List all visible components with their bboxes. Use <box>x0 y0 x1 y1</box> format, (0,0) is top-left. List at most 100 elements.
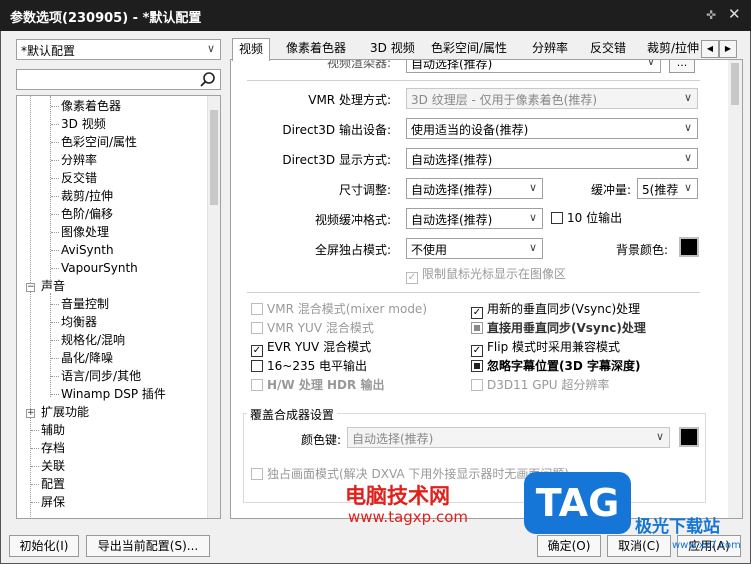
chevron-down-icon: ∨ <box>646 59 655 68</box>
limit-cursor-checkbox[interactable]: ✓ 限制鼠标光标显示在图像区 <box>406 267 567 284</box>
tag-logo: TAG <box>524 472 631 534</box>
fullscreen-value: 不使用 <box>411 243 448 257</box>
ten-bit-checkbox[interactable]: 10 位输出 <box>551 211 622 227</box>
d3d-device-select[interactable]: 使用适当的设备(推荐) ∨ <box>406 118 698 139</box>
tree-item-colorspace[interactable]: 色彩空间/属性 <box>61 133 137 151</box>
chevron-down-icon: ∨ <box>528 241 537 254</box>
tree-item-avisynth[interactable]: AviSynth <box>61 241 114 259</box>
chevron-down-icon: ∨ <box>528 181 537 194</box>
renderer-label: 视频渲染器: <box>326 59 391 70</box>
init-button[interactable]: 初始化(I) <box>9 535 79 557</box>
tab-resolution[interactable]: 分辨率 <box>526 38 574 60</box>
limit-cursor-label: 限制鼠标光标显示在图像区 <box>422 267 567 281</box>
tree-item-winamp-dsp[interactable]: Winamp DSP 插件 <box>61 385 166 403</box>
scrollbar-thumb[interactable] <box>731 63 739 105</box>
tree-item-normalize[interactable]: 规格化/混响 <box>61 331 125 349</box>
tree-item-equalizer[interactable]: 均衡器 <box>61 313 97 331</box>
direct-vsync-checkbox[interactable]: 直接用垂直同步(Vsync)处理 <box>471 321 646 337</box>
collapse-icon[interactable]: − <box>26 283 35 292</box>
tab-deinterlace[interactable]: 反交错 <box>584 38 632 60</box>
tab-scroll: ◀ ▶ <box>701 40 737 58</box>
ignore-subtitle-pos-checkbox[interactable]: 忽略字幕位置(3D 字幕深度) <box>471 359 640 375</box>
tree-scrollbar[interactable] <box>207 96 220 518</box>
buffer-format-value: 自动选择(推荐) <box>411 213 493 227</box>
export-config-button[interactable]: 导出当前配置(S)... <box>86 535 210 557</box>
d3d11-super-res-checkbox[interactable]: D3D11 GPU 超分辨率 <box>471 378 609 394</box>
tab-video[interactable]: 视频 <box>232 38 271 61</box>
watermark-text: 电脑技术网 <box>345 484 450 508</box>
tree-item-crop-stretch[interactable]: 裁剪/拉伸 <box>61 187 113 205</box>
search-icon[interactable] <box>199 71 217 88</box>
evr-yuv-checkbox[interactable]: ✓ EVR YUV 混合模式 <box>251 340 371 357</box>
new-vsync-checkbox[interactable]: ✓ 用新的垂直同步(Vsync)处理 <box>471 302 640 319</box>
buffer-select[interactable]: 5(推荐 ∨ <box>637 178 698 199</box>
resize-select[interactable]: 自动选择(推荐) ∨ <box>406 178 543 199</box>
vmr-mode-select[interactable]: 3D 纹理层 - 仅用于像素着色(推荐) ∨ <box>406 88 698 109</box>
chevron-down-icon: ∨ <box>683 91 692 104</box>
tree-item-deinterlace[interactable]: 反交错 <box>61 169 97 187</box>
vmr-yuv-checkbox[interactable]: VMR YUV 混合模式 <box>251 321 374 337</box>
tab-bar: 视频 像素着色器 3D 视频 色彩空间/属性 分辨率 反交错 裁剪/拉伸 <box>230 38 750 61</box>
tree-item-crystal[interactable]: 晶化/降噪 <box>61 349 113 367</box>
tree-item-screensaver[interactable]: 屏保 <box>41 493 65 511</box>
level-16-235-checkbox[interactable]: 16~235 电平输出 <box>251 359 367 375</box>
chevron-left-icon[interactable]: ◀ <box>701 40 719 58</box>
cancel-button[interactable]: 取消(C) <box>607 535 671 557</box>
profile-select[interactable]: *默认配置 ∨ <box>16 39 221 60</box>
tree-item-vapoursynth[interactable]: VapourSynth <box>61 259 138 277</box>
tab-pixel-shader[interactable]: 像素着色器 <box>280 38 352 60</box>
tab-crop-stretch[interactable]: 裁剪/拉伸 <box>641 38 701 60</box>
flip-compat-checkbox[interactable]: ✓ Flip 模式时采用兼容模式 <box>471 340 620 357</box>
d3d-device-label: Direct3D 输出设备: <box>282 123 391 137</box>
tree-line <box>30 96 31 518</box>
d3d-display-label: Direct3D 显示方式: <box>282 153 391 167</box>
tree-item-levels[interactable]: 色阶/偏移 <box>61 205 113 223</box>
d3d-display-select[interactable]: 自动选择(推荐) ∨ <box>406 148 698 169</box>
watermark-site: 极光下载站 <box>635 517 720 537</box>
tree-item-image-processing[interactable]: 图像处理 <box>61 223 109 241</box>
color-key-value: 自动选择(推荐) <box>352 432 434 446</box>
pin-icon[interactable]: ✜ <box>706 8 716 22</box>
renderer-select[interactable]: 自动选择(推荐) ∨ <box>406 59 661 73</box>
tab-colorspace[interactable]: 色彩空间/属性 <box>425 38 513 60</box>
settings-tree: 像素着色器 3D 视频 色彩空间/属性 分辨率 反交错 裁剪/拉伸 色阶/偏移 … <box>16 95 221 519</box>
tree-line <box>50 293 51 397</box>
ok-button[interactable]: 确定(O) <box>537 535 601 557</box>
panel-scrollbar[interactable] <box>728 60 742 518</box>
bg-color-label: 背景颜色: <box>615 243 668 257</box>
tree-item-resolution[interactable]: 分辨率 <box>61 151 97 169</box>
tree-item-audio[interactable]: 声音 <box>41 277 65 295</box>
ten-bit-label: 10 位输出 <box>567 211 623 225</box>
renderer-settings-button[interactable]: ... <box>669 60 695 73</box>
tab-3d-video[interactable]: 3D 视频 <box>364 38 421 60</box>
tree-item-extensions[interactable]: 扩展功能 <box>41 403 89 421</box>
vmr-mode-label: VMR 处理方式: <box>308 93 391 107</box>
tree-item-assist[interactable]: 辅助 <box>41 421 65 439</box>
tree-item-3d-video[interactable]: 3D 视频 <box>61 115 106 133</box>
scrollbar-thumb[interactable] <box>210 110 218 205</box>
tree-item-association[interactable]: 关联 <box>41 457 65 475</box>
color-key-select[interactable]: 自动选择(推荐) ∨ <box>347 427 670 448</box>
tree-item-language-sync[interactable]: 语言/同步/其他 <box>61 367 141 385</box>
fullscreen-select[interactable]: 不使用 ∨ <box>406 238 543 259</box>
hw-hdr-checkbox[interactable]: H/W 处理 HDR 输出 <box>251 378 384 394</box>
overlay-group-title: 覆盖合成器设置 <box>247 406 338 423</box>
resize-value: 自动选择(推荐) <box>411 183 493 197</box>
buffer-format-label: 视频缓冲格式: <box>314 213 391 227</box>
resize-label: 尺寸调整: <box>338 183 391 197</box>
tree-item-archive[interactable]: 存档 <box>41 439 65 457</box>
chevron-down-icon: ∨ <box>683 151 692 164</box>
chevron-right-icon[interactable]: ▶ <box>719 40 737 58</box>
search-input[interactable] <box>16 69 221 90</box>
color-key-swatch[interactable] <box>679 427 699 447</box>
watermark-site-url: www.xz7.com <box>672 540 741 551</box>
vmr-mixer-checkbox[interactable]: VMR 混合模式(mixer mode) <box>251 302 427 318</box>
expand-icon[interactable]: + <box>26 409 35 418</box>
buffer-format-select[interactable]: 自动选择(推荐) ∨ <box>406 208 543 229</box>
close-icon[interactable]: ✕ <box>728 5 741 23</box>
tree-item-config[interactable]: 配置 <box>41 475 65 493</box>
tree-item-pixel-shader[interactable]: 像素着色器 <box>61 97 121 115</box>
tree-item-volume[interactable]: 音量控制 <box>61 295 109 313</box>
bg-color-swatch[interactable] <box>679 237 699 257</box>
window-title: 参数选项(230905) - *默认配置 <box>10 11 202 26</box>
